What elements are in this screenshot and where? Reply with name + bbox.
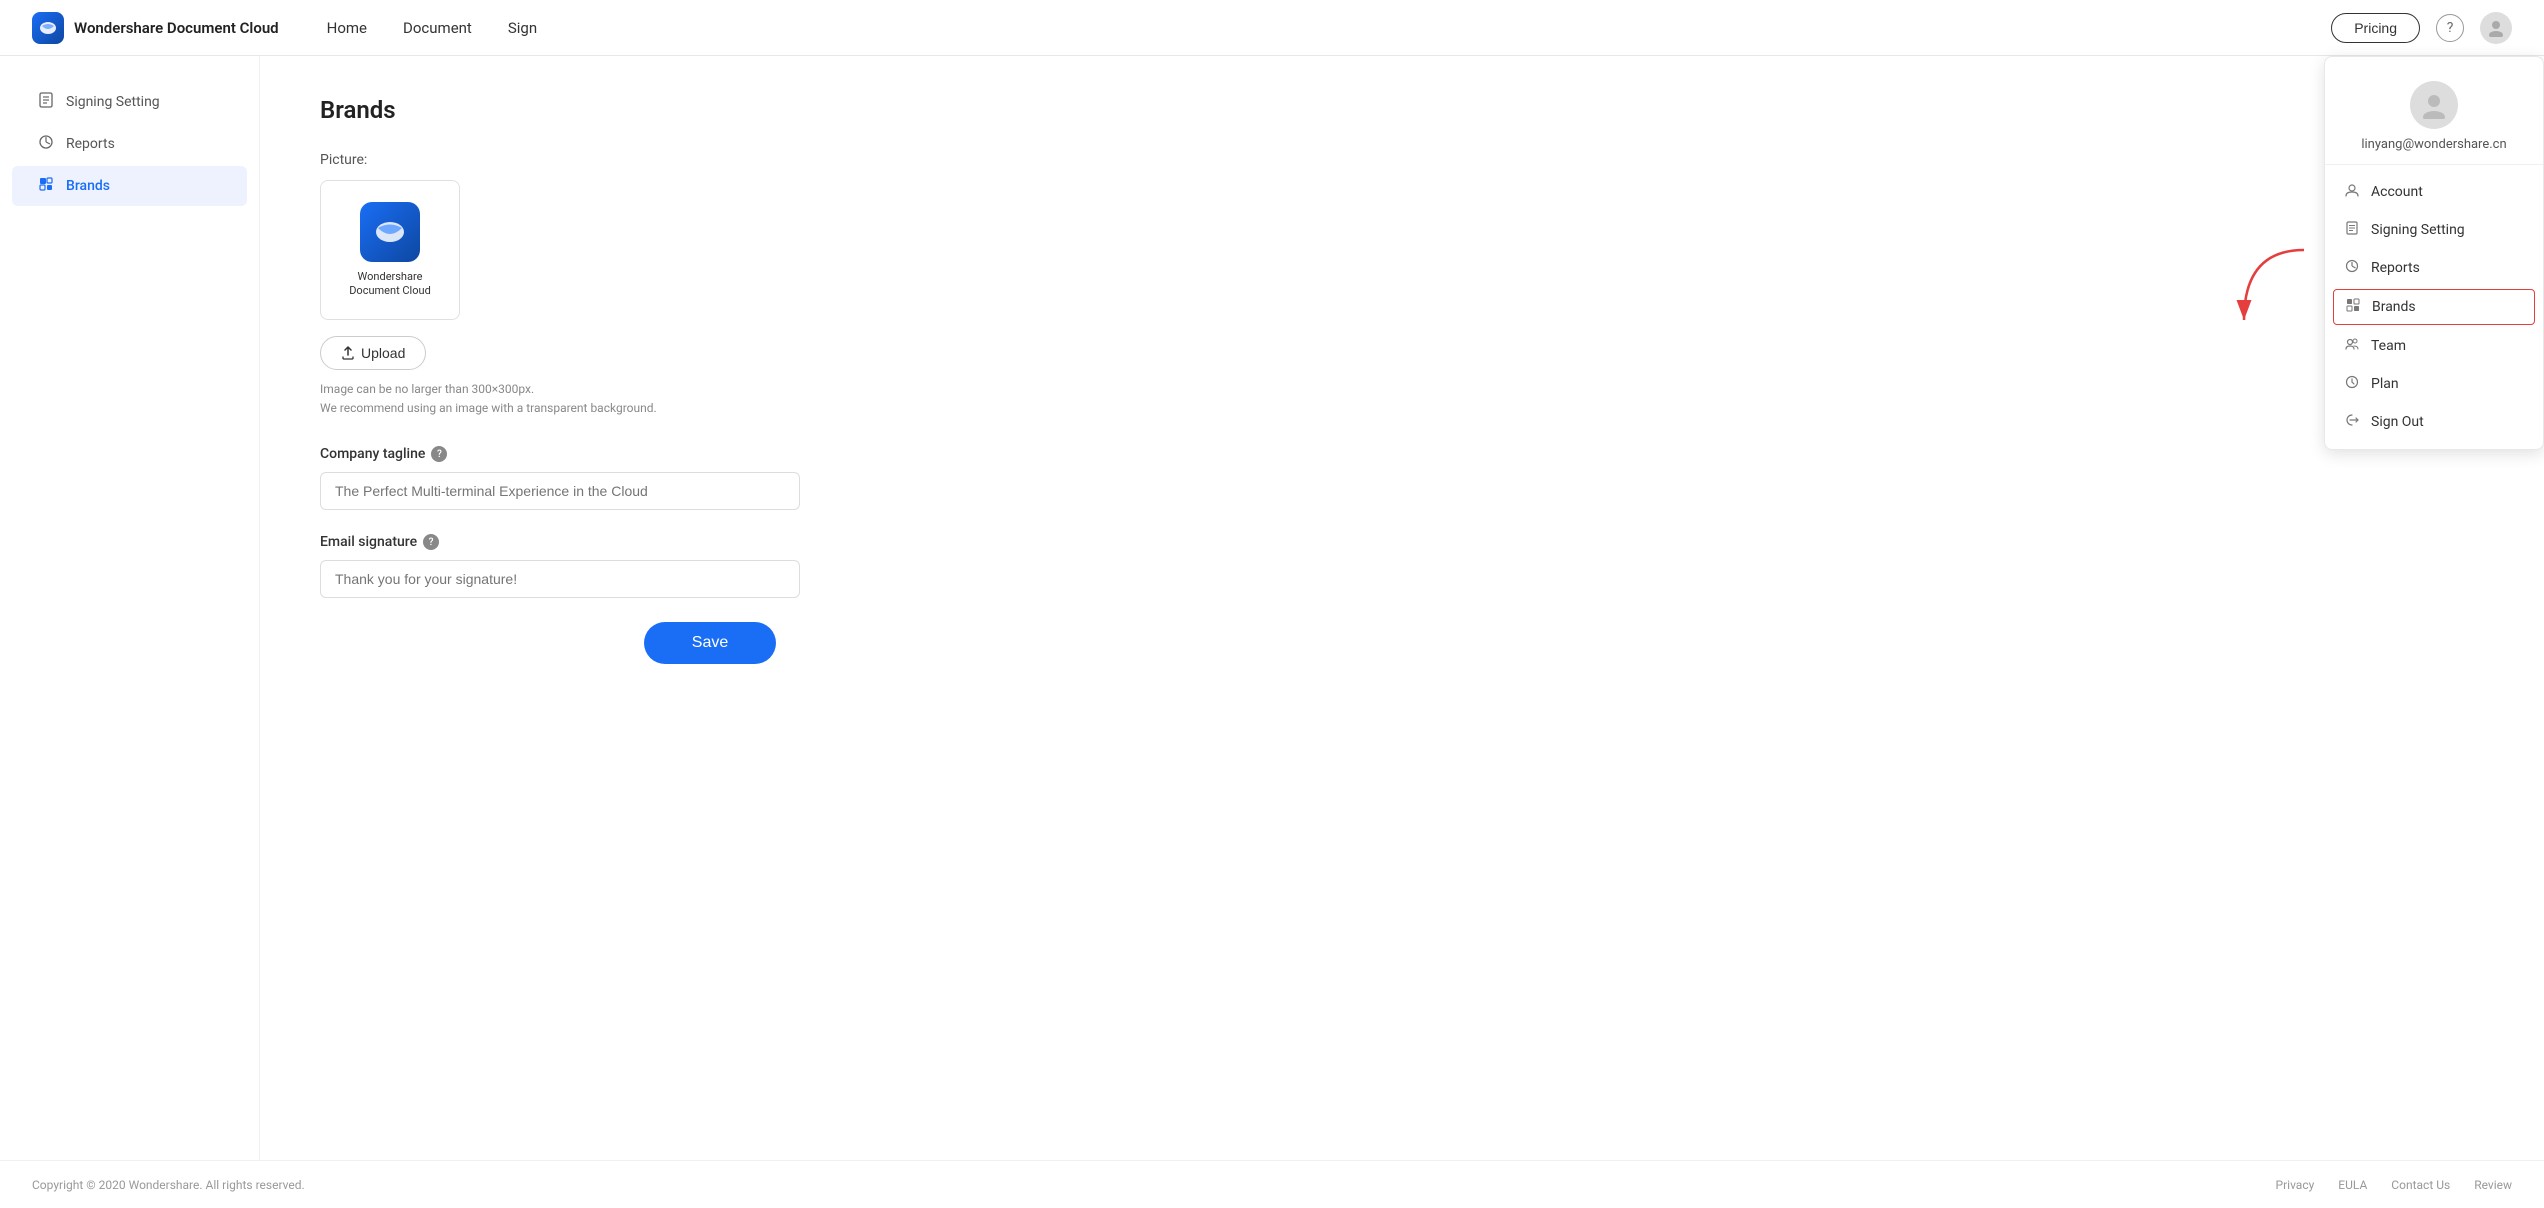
dropdown-signout-icon — [2345, 413, 2361, 431]
dropdown-brands-label: Brands — [2372, 299, 2416, 315]
user-dropdown: linyang@wondershare.cn Account Signing S… — [2324, 56, 2544, 450]
dropdown-item-brands[interactable]: Brands — [2333, 289, 2535, 325]
sidebar-item-brands[interactable]: Brands — [12, 166, 247, 206]
dropdown-item-plan[interactable]: Plan — [2325, 365, 2543, 403]
user-avatar[interactable] — [2480, 12, 2512, 44]
email-signature-input[interactable] — [320, 560, 800, 598]
dropdown-item-sign-out[interactable]: Sign Out — [2325, 403, 2543, 441]
sidebar-item-reports[interactable]: Reports — [12, 124, 247, 164]
main-layout: Signing Setting Reports Bra — [0, 56, 2544, 1160]
dropdown-team-label: Team — [2371, 338, 2406, 354]
help-icon[interactable]: ? — [2436, 14, 2464, 42]
sidebar-signing-setting-label: Signing Setting — [66, 94, 160, 110]
pricing-button[interactable]: Pricing — [2331, 13, 2420, 43]
company-tagline-input[interactable] — [320, 472, 800, 510]
sidebar-item-signing-setting[interactable]: Signing Setting — [12, 82, 247, 122]
dropdown-signing-icon — [2345, 221, 2361, 239]
upload-label: Upload — [361, 345, 405, 361]
main-nav: Home Document Sign — [327, 19, 2332, 37]
email-signature-label: Email signature ? — [320, 534, 1100, 550]
dropdown-signout-label: Sign Out — [2371, 414, 2424, 430]
image-hint: Image can be no larger than 300×300px. W… — [320, 380, 1100, 418]
footer: Copyright © 2020 Wondershare. All rights… — [0, 1160, 2544, 1208]
dropdown-item-reports[interactable]: Reports — [2325, 249, 2543, 287]
picture-label: Picture: — [320, 152, 1100, 168]
dropdown-plan-label: Plan — [2371, 376, 2399, 392]
brands-icon — [36, 176, 56, 196]
sidebar: Signing Setting Reports Bra — [0, 56, 260, 1160]
upload-icon — [341, 346, 355, 360]
nav-home[interactable]: Home — [327, 19, 367, 37]
dropdown-team-icon — [2345, 337, 2361, 355]
dropdown-brands-icon — [2346, 298, 2362, 316]
dropdown-reports-icon — [2345, 259, 2361, 277]
page-title: Brands — [320, 96, 1100, 124]
dropdown-header: linyang@wondershare.cn — [2325, 65, 2543, 165]
footer-eula[interactable]: EULA — [2338, 1178, 2367, 1192]
sidebar-reports-label: Reports — [66, 136, 115, 152]
main-content: Brands Picture: WondershareDocument Clou… — [260, 56, 1160, 1160]
dropdown-item-account[interactable]: Account — [2325, 173, 2543, 211]
logo-text: Wondershare Document Cloud — [74, 19, 279, 37]
dropdown-avatar — [2410, 81, 2458, 129]
company-tagline-help-icon[interactable]: ? — [431, 446, 447, 462]
image-hint-line1: Image can be no larger than 300×300px. — [320, 380, 1100, 399]
dropdown-email: linyang@wondershare.cn — [2361, 137, 2506, 152]
image-hint-line2: We recommend using an image with a trans… — [320, 399, 1100, 418]
header-right: Pricing ? — [2331, 12, 2512, 44]
dropdown-item-signing-setting[interactable]: Signing Setting — [2325, 211, 2543, 249]
footer-privacy[interactable]: Privacy — [2276, 1178, 2315, 1192]
company-tagline-label: Company tagline ? — [320, 446, 1100, 462]
signing-setting-icon — [36, 92, 56, 112]
dropdown-signing-label: Signing Setting — [2371, 222, 2465, 238]
save-button[interactable]: Save — [644, 622, 776, 664]
brand-logo-text: WondershareDocument Cloud — [349, 270, 431, 299]
nav-sign[interactable]: Sign — [508, 19, 537, 37]
dropdown-reports-label: Reports — [2371, 260, 2420, 276]
dropdown-account-label: Account — [2371, 184, 2423, 200]
sidebar-brands-label: Brands — [66, 178, 110, 194]
header: Wondershare Document Cloud Home Document… — [0, 0, 2544, 56]
logo-icon — [32, 12, 64, 44]
upload-button[interactable]: Upload — [320, 336, 426, 370]
footer-contact[interactable]: Contact Us — [2391, 1178, 2450, 1192]
email-signature-section: Email signature ? — [320, 534, 1100, 598]
dropdown-plan-icon — [2345, 375, 2361, 393]
footer-review[interactable]: Review — [2474, 1178, 2512, 1192]
brand-logo-icon — [360, 202, 420, 262]
dropdown-item-team[interactable]: Team — [2325, 327, 2543, 365]
logo[interactable]: Wondershare Document Cloud — [32, 12, 279, 44]
reports-icon — [36, 134, 56, 154]
account-icon — [2345, 183, 2361, 201]
nav-document[interactable]: Document — [403, 19, 472, 37]
picture-box: WondershareDocument Cloud — [320, 180, 460, 320]
footer-copyright: Copyright © 2020 Wondershare. All rights… — [32, 1178, 305, 1192]
company-tagline-section: Company tagline ? — [320, 446, 1100, 510]
email-signature-help-icon[interactable]: ? — [423, 534, 439, 550]
